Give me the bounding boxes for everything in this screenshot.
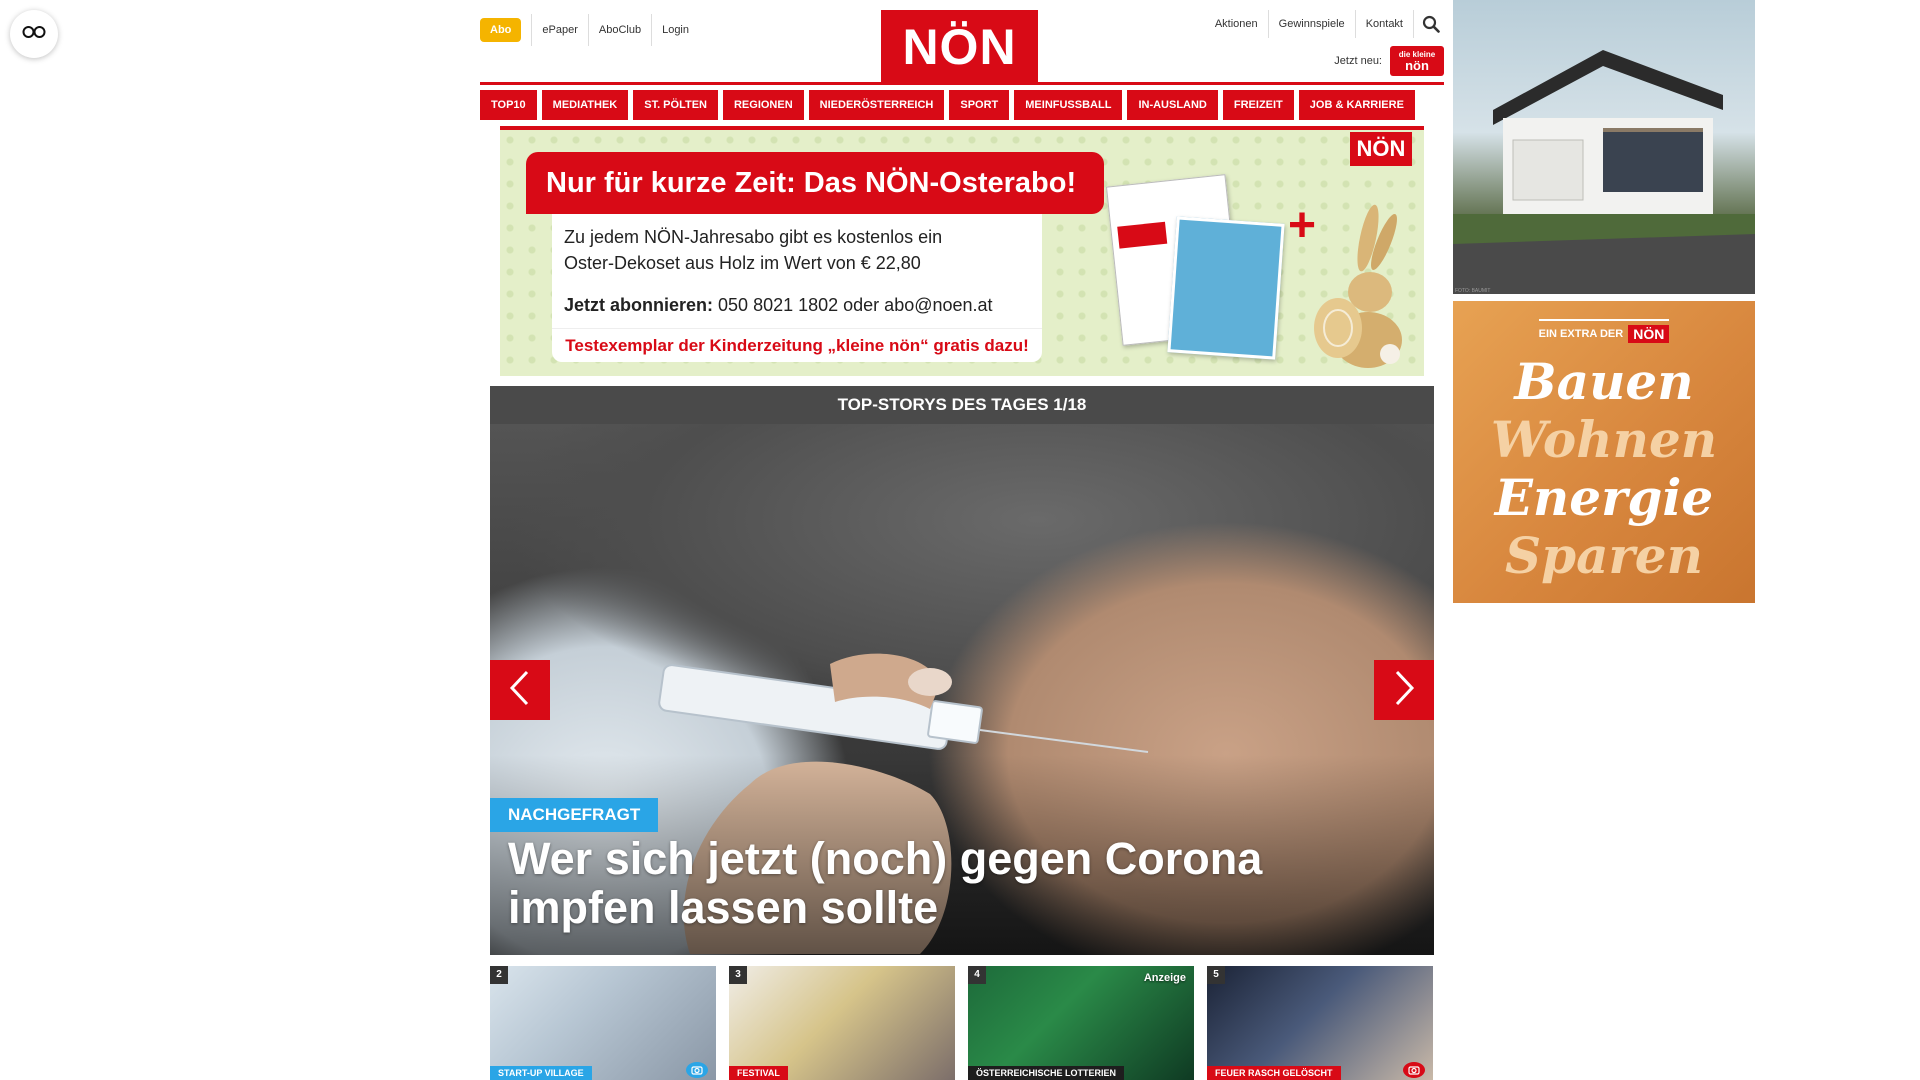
slider-prev-button[interactable] [490, 660, 550, 720]
story-thumb-3[interactable]: 3 FESTIVAL [729, 966, 955, 1080]
nav-item-sport[interactable]: SPORT [949, 90, 1010, 120]
banner-corner-logo: NÖN [1350, 132, 1412, 166]
glasses-icon [22, 25, 46, 44]
story-number: 5 [1207, 966, 1225, 984]
chevron-right-icon [1393, 670, 1415, 711]
accessibility-button[interactable] [10, 10, 58, 58]
hero-headline[interactable]: Wer sich jetzt (noch) gegen Corona impfe… [508, 834, 1418, 932]
story-thumb-2[interactable]: 2 START-UP VILLAGE [490, 966, 716, 1080]
camera-icon [686, 1062, 708, 1078]
extra-label-text: EIN EXTRA DER [1538, 328, 1624, 340]
story-number: 4 [968, 966, 986, 984]
bauen-extra-label: EIN EXTRA DER NÖN [1538, 319, 1670, 343]
nav-item-niederoesterreich[interactable]: NIEDERÖSTERREICH [808, 90, 945, 120]
abo-button[interactable]: Abo [480, 18, 522, 42]
banner-cta-bold: Jetzt abonnieren: [564, 295, 714, 315]
nav-item-top10[interactable]: TOP10 [480, 90, 537, 120]
jetzt-neu: Jetzt neu: die kleine nön [1334, 46, 1444, 76]
story-number: 3 [729, 966, 747, 984]
bauen-word-3: Energie [1494, 468, 1714, 527]
photo-credit: FOTO: BAUMIT [1455, 288, 1491, 294]
page-container: Abo ePaper AboClub Login NÖN Aktionen Ge… [480, 0, 1444, 1080]
aboclub-link[interactable]: AboClub [587, 14, 651, 46]
banner-body-line2: Oster-Dekoset aus Holz im Wert von € 22,… [564, 253, 921, 273]
banner-footer: Testexemplar der Kinderzeitung „kleine n… [552, 328, 1042, 362]
anzeige-label: Anzeige [1143, 972, 1186, 984]
nav-divider [480, 82, 1444, 85]
story-category: ÖSTERREICHISCHE LOTTERIEN [968, 1066, 1125, 1080]
nav-item-job-karriere[interactable]: JOB & KARRIERE [1298, 90, 1415, 120]
nav-item-in-ausland[interactable]: IN-AUSLAND [1127, 90, 1218, 120]
nav-item-mediathek[interactable]: MEDIATHEK [541, 90, 629, 120]
story-number: 2 [490, 966, 508, 984]
banner-headline: Nur für kurze Zeit: Das NÖN-Osterabo! [526, 152, 1104, 214]
nav-item-st-poelten[interactable]: ST. PÖLTEN [633, 90, 718, 120]
kontakt-link[interactable]: Kontakt [1356, 10, 1414, 38]
jetzt-neu-label: Jetzt neu: [1334, 55, 1382, 67]
magazine-covers-image [1105, 170, 1285, 360]
main-nav: TOP10 MEDIATHEK ST. PÖLTEN REGIONEN NIED… [480, 90, 1444, 120]
hero-category-tag[interactable]: NACHGEFRAGT [490, 798, 659, 832]
chevron-left-icon [509, 670, 531, 711]
story-thumb-5[interactable]: 5 FEUER RASCH GELÖSCHT [1207, 966, 1433, 1080]
nav-item-regionen[interactable]: REGIONEN [722, 90, 804, 120]
extra-label-logo: NÖN [1628, 325, 1670, 343]
story-thumbnails: 2 START-UP VILLAGE 3 FESTIVAL 4 Anzeige … [490, 966, 1434, 1080]
bauen-word-1: Bauen [1514, 352, 1694, 411]
banner-cta: Jetzt abonnieren: 050 8021 1802 oder abo… [564, 292, 1030, 318]
bauen-wohnen-advertisement[interactable]: EIN EXTRA DER NÖN Bauen Wohnen Energie S… [1453, 301, 1755, 603]
slider-next-button[interactable] [1374, 660, 1434, 720]
story-category: FESTIVAL [729, 1066, 788, 1080]
osterabo-banner[interactable]: Nur für kurze Zeit: Das NÖN-Osterabo! Zu… [500, 126, 1424, 376]
utility-right-links: Aktionen Gewinnspiele Kontakt [1205, 10, 1444, 38]
bauen-word-4: Sparen [1505, 526, 1703, 585]
banner-body: Zu jedem NÖN-Jahresabo gibt es kostenlos… [564, 224, 1030, 276]
story-category: START-UP VILLAGE [490, 1066, 592, 1080]
nav-item-meinfussball[interactable]: MEINFUSSBALL [1014, 90, 1123, 120]
house-image [1453, 50, 1755, 294]
utility-left-links: Abo ePaper AboClub Login [480, 14, 699, 46]
kleine-noen-badge[interactable]: die kleine nön [1390, 46, 1444, 76]
nav-item-freizeit[interactable]: FREIZEIT [1222, 90, 1294, 120]
banner-body-line1: Zu jedem NÖN-Jahresabo gibt es kostenlos… [564, 227, 943, 247]
house-advertisement[interactable]: FOTO: BAUMIT [1453, 0, 1755, 294]
bauen-word-2: Wohnen [1490, 410, 1718, 469]
search-icon[interactable] [1418, 10, 1444, 38]
kleine-noen-magazine-cover [1167, 216, 1285, 360]
top-stories-header: TOP-STORYS DES TAGES 1/18 [490, 386, 1434, 424]
kleine-noen-badge-line2: nön [1405, 57, 1429, 73]
site-logo[interactable]: NÖN [881, 10, 1038, 84]
epaper-link[interactable]: ePaper [531, 14, 587, 46]
banner-card: Zu jedem NÖN-Jahresabo gibt es kostenlos… [552, 214, 1042, 362]
story-thumb-4[interactable]: 4 Anzeige ÖSTERREICHISCHE LOTTERIEN [968, 966, 1194, 1080]
aktionen-link[interactable]: Aktionen [1205, 10, 1269, 38]
story-category: FEUER RASCH GELÖSCHT [1207, 1066, 1341, 1080]
banner-cta-contact: 050 8021 1802 oder abo@noen.at [713, 295, 993, 315]
easter-bunny-image [1306, 200, 1406, 370]
gewinnspiele-link[interactable]: Gewinnspiele [1269, 10, 1356, 38]
hero-slide[interactable]: NACHGEFRAGT Wer sich jetzt (noch) gegen … [490, 424, 1434, 955]
camera-icon [1403, 1062, 1425, 1078]
login-link[interactable]: Login [651, 14, 699, 46]
